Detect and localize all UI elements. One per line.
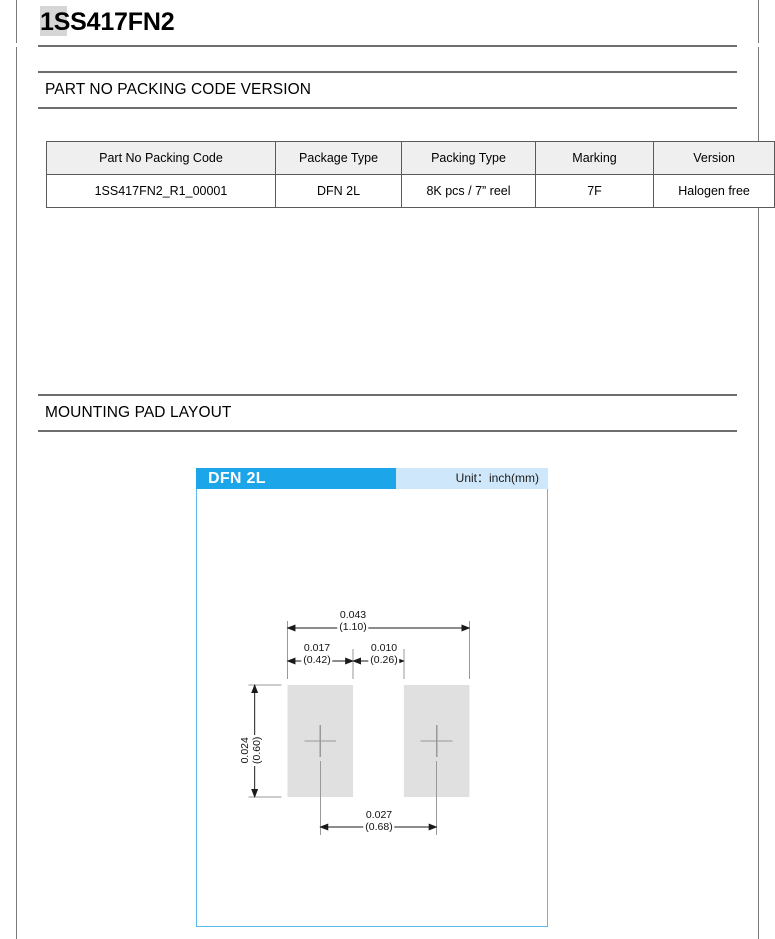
page-border-left-upper [16,0,17,43]
column-header-part-no-packing-code: Part No Packing Code [46,141,276,175]
cell-packing-type: 8K pcs / 7” reel [401,174,536,208]
section-heading: PART NO PACKING CODE VERSION [45,81,312,98]
dimension-label-pad-pitch: 0.027 (0.68) [363,809,395,833]
column-header-packing-type: Packing Type [401,141,536,175]
pad-layout-drawing [248,621,471,835]
diagram-unit-label: Unit：inch(mm) [455,471,539,485]
diagram-title-bar: DFN 2L Unit：inch(mm) [196,468,548,489]
cell-package-type: DFN 2L [274,174,403,208]
section-divider-bottom [38,107,737,109]
cell-part-no-packing-code: 1SS417FN2_R1_00001 [46,174,276,208]
page-header: 1SS417FN2 [40,5,175,39]
page-border-right-upper [758,0,759,43]
dimension-label-pad-width: 0.017 (0.42) [301,642,333,666]
mounting-pad-diagram: DFN 2L Unit：inch(mm) 0.043 (1.10) 0.017 … [196,468,548,927]
dimension-label-pad-height: 0.024 (0.60) [239,734,263,766]
section-part-no-packing-code-version: PART NO PACKING CODE VERSION [38,71,737,109]
cell-version: Halogen free [653,174,775,208]
header-divider [38,45,737,47]
table-row: 1SS417FN2_R1_00001 DFN 2L 8K pcs / 7” re… [46,174,775,208]
cell-marking: 7F [534,174,655,208]
page-border-left-lower [16,47,17,939]
diagram-package-name: DFN 2L [208,469,266,487]
table-header-row: Part No Packing Code Package Type Packin… [46,141,775,175]
column-header-marking: Marking [534,141,655,175]
packing-code-table: Part No Packing Code Package Type Packin… [46,141,775,208]
page-title: 1SS417FN2 [40,8,175,36]
section-divider-bottom [38,430,737,432]
section-mounting-pad-layout: MOUNTING PAD LAYOUT [38,394,737,432]
diagram-canvas: 0.043 (1.10) 0.017 (0.42) 0.010 (0.26) 0… [196,489,548,927]
column-header-version: Version [653,141,775,175]
section-heading: MOUNTING PAD LAYOUT [45,404,232,421]
dimension-label-overall-width: 0.043 (1.10) [337,609,369,633]
dimension-label-pad-gap: 0.010 (0.26) [368,642,400,666]
column-header-package-type: Package Type [274,141,403,175]
